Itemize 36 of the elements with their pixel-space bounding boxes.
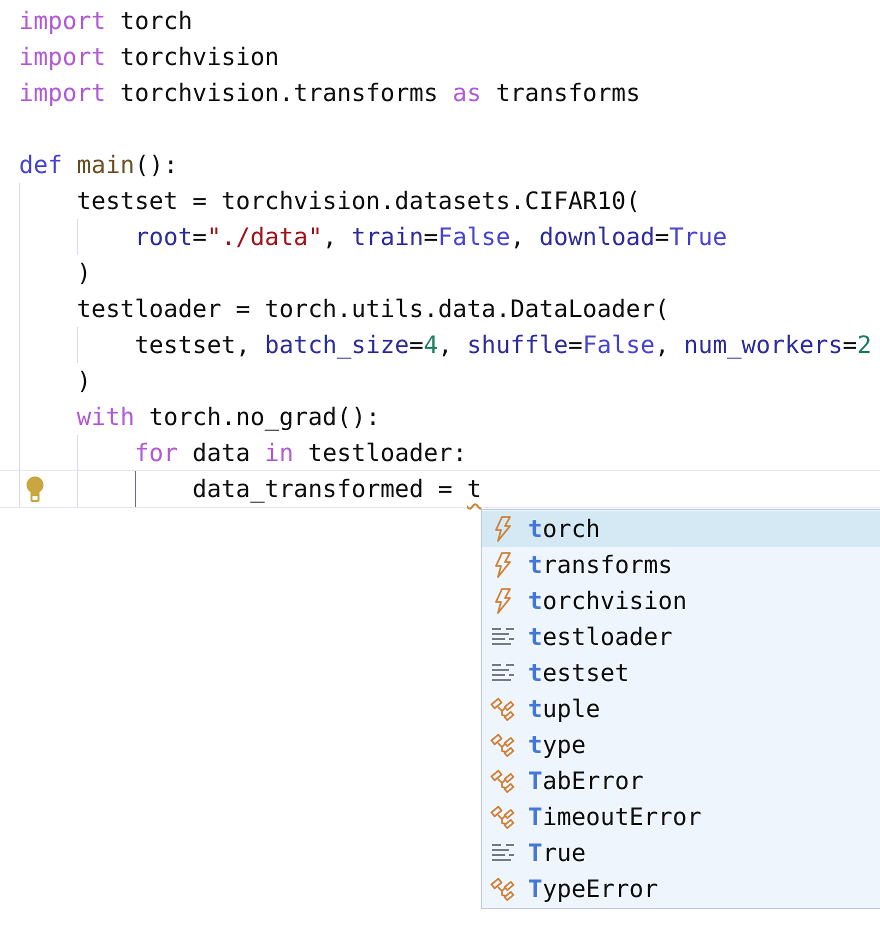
lightning-icon <box>494 552 512 578</box>
completion-item[interactable]: TabError <box>482 763 880 799</box>
completion-item[interactable]: tuple <box>482 691 880 727</box>
code-line: import torchvision <box>19 42 280 73</box>
code-line: for data in testloader: <box>134 438 467 469</box>
code-line: data_transformed = t <box>192 474 482 505</box>
code-line: testloader = torch.utils.data.DataLoader( <box>76 294 670 325</box>
completion-item[interactable]: testset <box>482 655 880 691</box>
completion-item[interactable]: TypeError <box>482 871 880 907</box>
hierarchy-icon <box>490 769 516 793</box>
code-line: with torch.no_grad(): <box>76 402 380 433</box>
lines-icon <box>491 843 515 863</box>
completion-item[interactable]: type <box>482 727 880 763</box>
lines-icon <box>491 663 515 683</box>
lightning-icon <box>494 588 512 614</box>
hierarchy-icon <box>490 733 516 757</box>
lightbulb-icon[interactable] <box>26 476 44 502</box>
lightning-icon <box>494 516 512 542</box>
code-line: root="./data", train=False, download=True <box>134 222 728 253</box>
code-line: def main(): <box>19 150 178 181</box>
completion-item[interactable]: True <box>482 835 880 871</box>
completion-item[interactable]: torch <box>482 511 880 547</box>
completion-item[interactable]: testloader <box>482 619 880 655</box>
hierarchy-icon <box>490 805 516 829</box>
code-line: import torch <box>19 6 192 37</box>
lines-icon <box>491 627 515 647</box>
completion-item[interactable]: transforms <box>482 547 880 583</box>
hierarchy-icon <box>490 697 516 721</box>
code-line: import torchvision.transforms as transforms <box>19 78 640 109</box>
code-line: testset = torchvision.datasets.CIFAR10( <box>76 186 640 217</box>
completion-item[interactable]: TimeoutError <box>482 799 880 835</box>
code-line: testset, batch_size=4, shuffle=False, num_workers=2 <box>134 330 872 361</box>
completion-item[interactable]: torchvision <box>482 583 880 619</box>
hierarchy-icon <box>490 877 516 901</box>
code-line: ) <box>76 366 92 397</box>
code-line: ) <box>76 258 92 289</box>
